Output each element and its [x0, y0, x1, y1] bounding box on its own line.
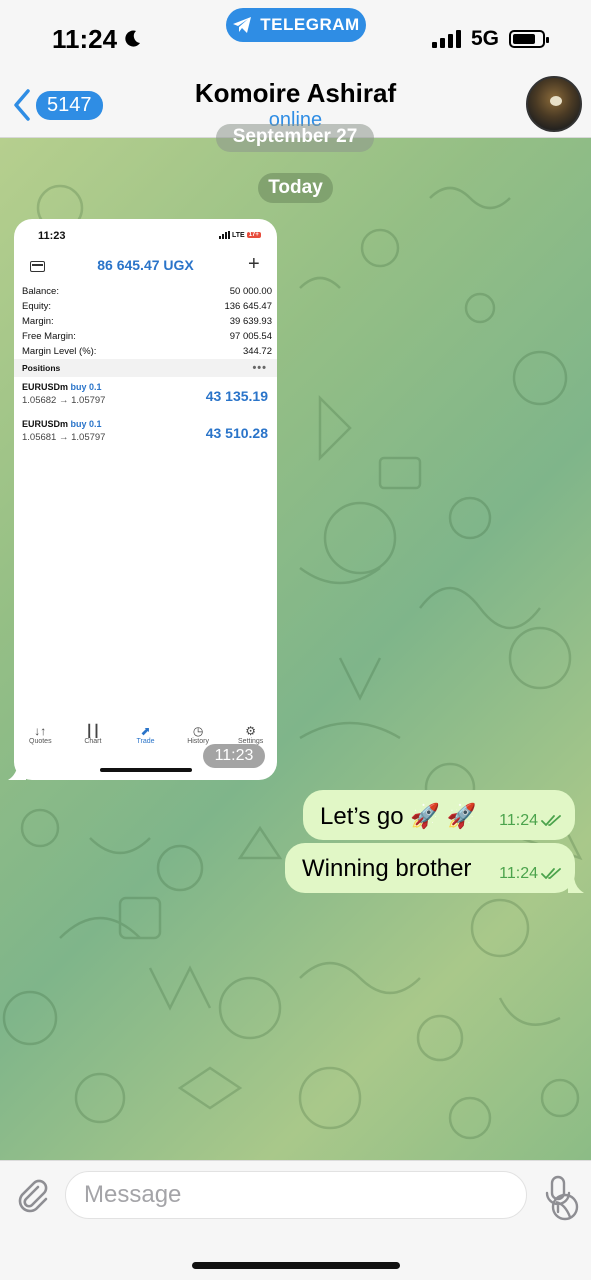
- screenshot-battery: 17+: [246, 232, 261, 238]
- message-meta: 11:24: [499, 812, 563, 830]
- summary-value: 136 645.47: [224, 301, 272, 312]
- summary-row: Free Margin: 97 005.54: [22, 329, 272, 344]
- tab-label: Chart: [84, 738, 102, 745]
- battery-icon: [509, 30, 549, 48]
- history-icon: ◷: [192, 724, 204, 738]
- tab-chart: ┃┃ Chart: [68, 724, 118, 754]
- message-field[interactable]: [65, 1171, 579, 1221]
- summary-label: Margin Level (%):: [22, 346, 97, 357]
- message-input-bar: [0, 1160, 591, 1280]
- telegram-banner-label: TELEGRAM: [260, 15, 360, 34]
- positions-header-label: Positions: [22, 363, 61, 373]
- outgoing-message[interactable]: Let’s go 🚀 🚀 11:24: [303, 790, 575, 840]
- summary-row: Margin Level (%): 344.72: [22, 344, 272, 359]
- screenshot-network: LTE: [232, 231, 245, 239]
- positions-header: Positions •••: [14, 359, 277, 377]
- summary-value: 50 000.00: [229, 286, 272, 297]
- paperclip-icon[interactable]: [14, 1177, 50, 1213]
- position-row: EURUSDm buy 0.1 1.05681 → 1.05797 43 510…: [22, 419, 272, 455]
- gear-icon: ⚙: [245, 724, 257, 738]
- trade-icon: ⬈: [140, 724, 151, 738]
- trading-screenshot: 11:23 LTE 17+ 86 645.47 UGX + Balance: 50…: [14, 219, 277, 780]
- message-text: Let’s go 🚀 🚀: [320, 803, 477, 830]
- status-time: 11:24: [52, 24, 118, 54]
- more-icon: •••: [252, 362, 267, 374]
- plus-icon: +: [248, 253, 260, 275]
- message-text: Winning brother: [302, 855, 472, 882]
- home-indicator: [192, 1262, 400, 1269]
- screenshot-status-time: 11:23: [38, 230, 66, 242]
- moon-icon: [125, 30, 140, 47]
- screenshot-balance-title: 86 645.47 UGX: [97, 257, 194, 273]
- candles-icon: ┃┃: [85, 724, 101, 738]
- bubble-tail: [568, 875, 584, 893]
- avatar[interactable]: [526, 76, 582, 132]
- position-side: buy 0.1: [70, 419, 102, 429]
- outgoing-message[interactable]: Winning brother 11:24: [285, 843, 575, 893]
- summary-value: 39 639.93: [229, 316, 272, 327]
- message-time: 11:24: [499, 812, 538, 829]
- tab-trade: ⬈ Trade: [120, 724, 170, 754]
- summary-label: Balance:: [22, 286, 59, 297]
- network-type: 5G: [471, 27, 500, 50]
- date-separator-today: Today: [258, 173, 333, 203]
- image-message[interactable]: 11:23 LTE 17+ 86 645.47 UGX + Balance: 50…: [14, 219, 277, 780]
- tab-quotes: ↓↑ Quotes: [15, 724, 65, 754]
- position-profit: 43 510.28: [205, 425, 268, 441]
- tab-label: Quotes: [29, 738, 52, 745]
- summary-label: Free Margin:: [22, 331, 76, 342]
- double-check-icon: [541, 868, 561, 879]
- telegram-plane-icon: [233, 17, 252, 33]
- position-row: EURUSDm buy 0.1 1.05682 → 1.05797 43 135…: [22, 382, 272, 418]
- tab-label: History: [187, 738, 209, 745]
- status-bar: 11:24 TELEGRAM 5G: [0, 0, 591, 62]
- double-check-icon: [541, 815, 561, 826]
- message-time: 11:24: [499, 865, 538, 882]
- summary-label: Equity:: [22, 301, 52, 312]
- summary-label: Margin:: [22, 316, 54, 327]
- microphone-icon[interactable]: [544, 1175, 572, 1215]
- position-symbol: EURUSDm: [22, 419, 69, 429]
- screenshot-status-icons: LTE 17+: [219, 231, 261, 239]
- summary-row: Balance: 50 000.00: [22, 284, 272, 299]
- summary-row: Equity: 136 645.47: [22, 299, 272, 314]
- summary-row: Margin: 39 639.93: [22, 314, 272, 329]
- image-message-time: 11:23: [203, 744, 265, 768]
- message-meta: 11:24: [499, 865, 563, 883]
- telegram-banner[interactable]: TELEGRAM: [226, 8, 366, 42]
- signal-icon: [432, 28, 461, 48]
- tab-label: Trade: [136, 738, 155, 745]
- summary-value: 344.72: [242, 346, 272, 357]
- position-side: buy 0.1: [70, 382, 102, 392]
- date-separator-prev: September 27: [216, 124, 374, 152]
- position-symbol: EURUSDm: [22, 382, 69, 392]
- position-profit: 43 135.19: [205, 388, 268, 404]
- message-input[interactable]: [84, 1172, 484, 1218]
- screenshot-home-indicator: [100, 768, 192, 772]
- chat-title[interactable]: Komoire Ashiraf: [0, 78, 591, 109]
- account-summary: Balance: 50 000.00 Equity: 136 645.47 Marg…: [22, 284, 272, 359]
- summary-value: 97 005.54: [229, 331, 272, 342]
- quotes-icon: ↓↑: [34, 724, 47, 738]
